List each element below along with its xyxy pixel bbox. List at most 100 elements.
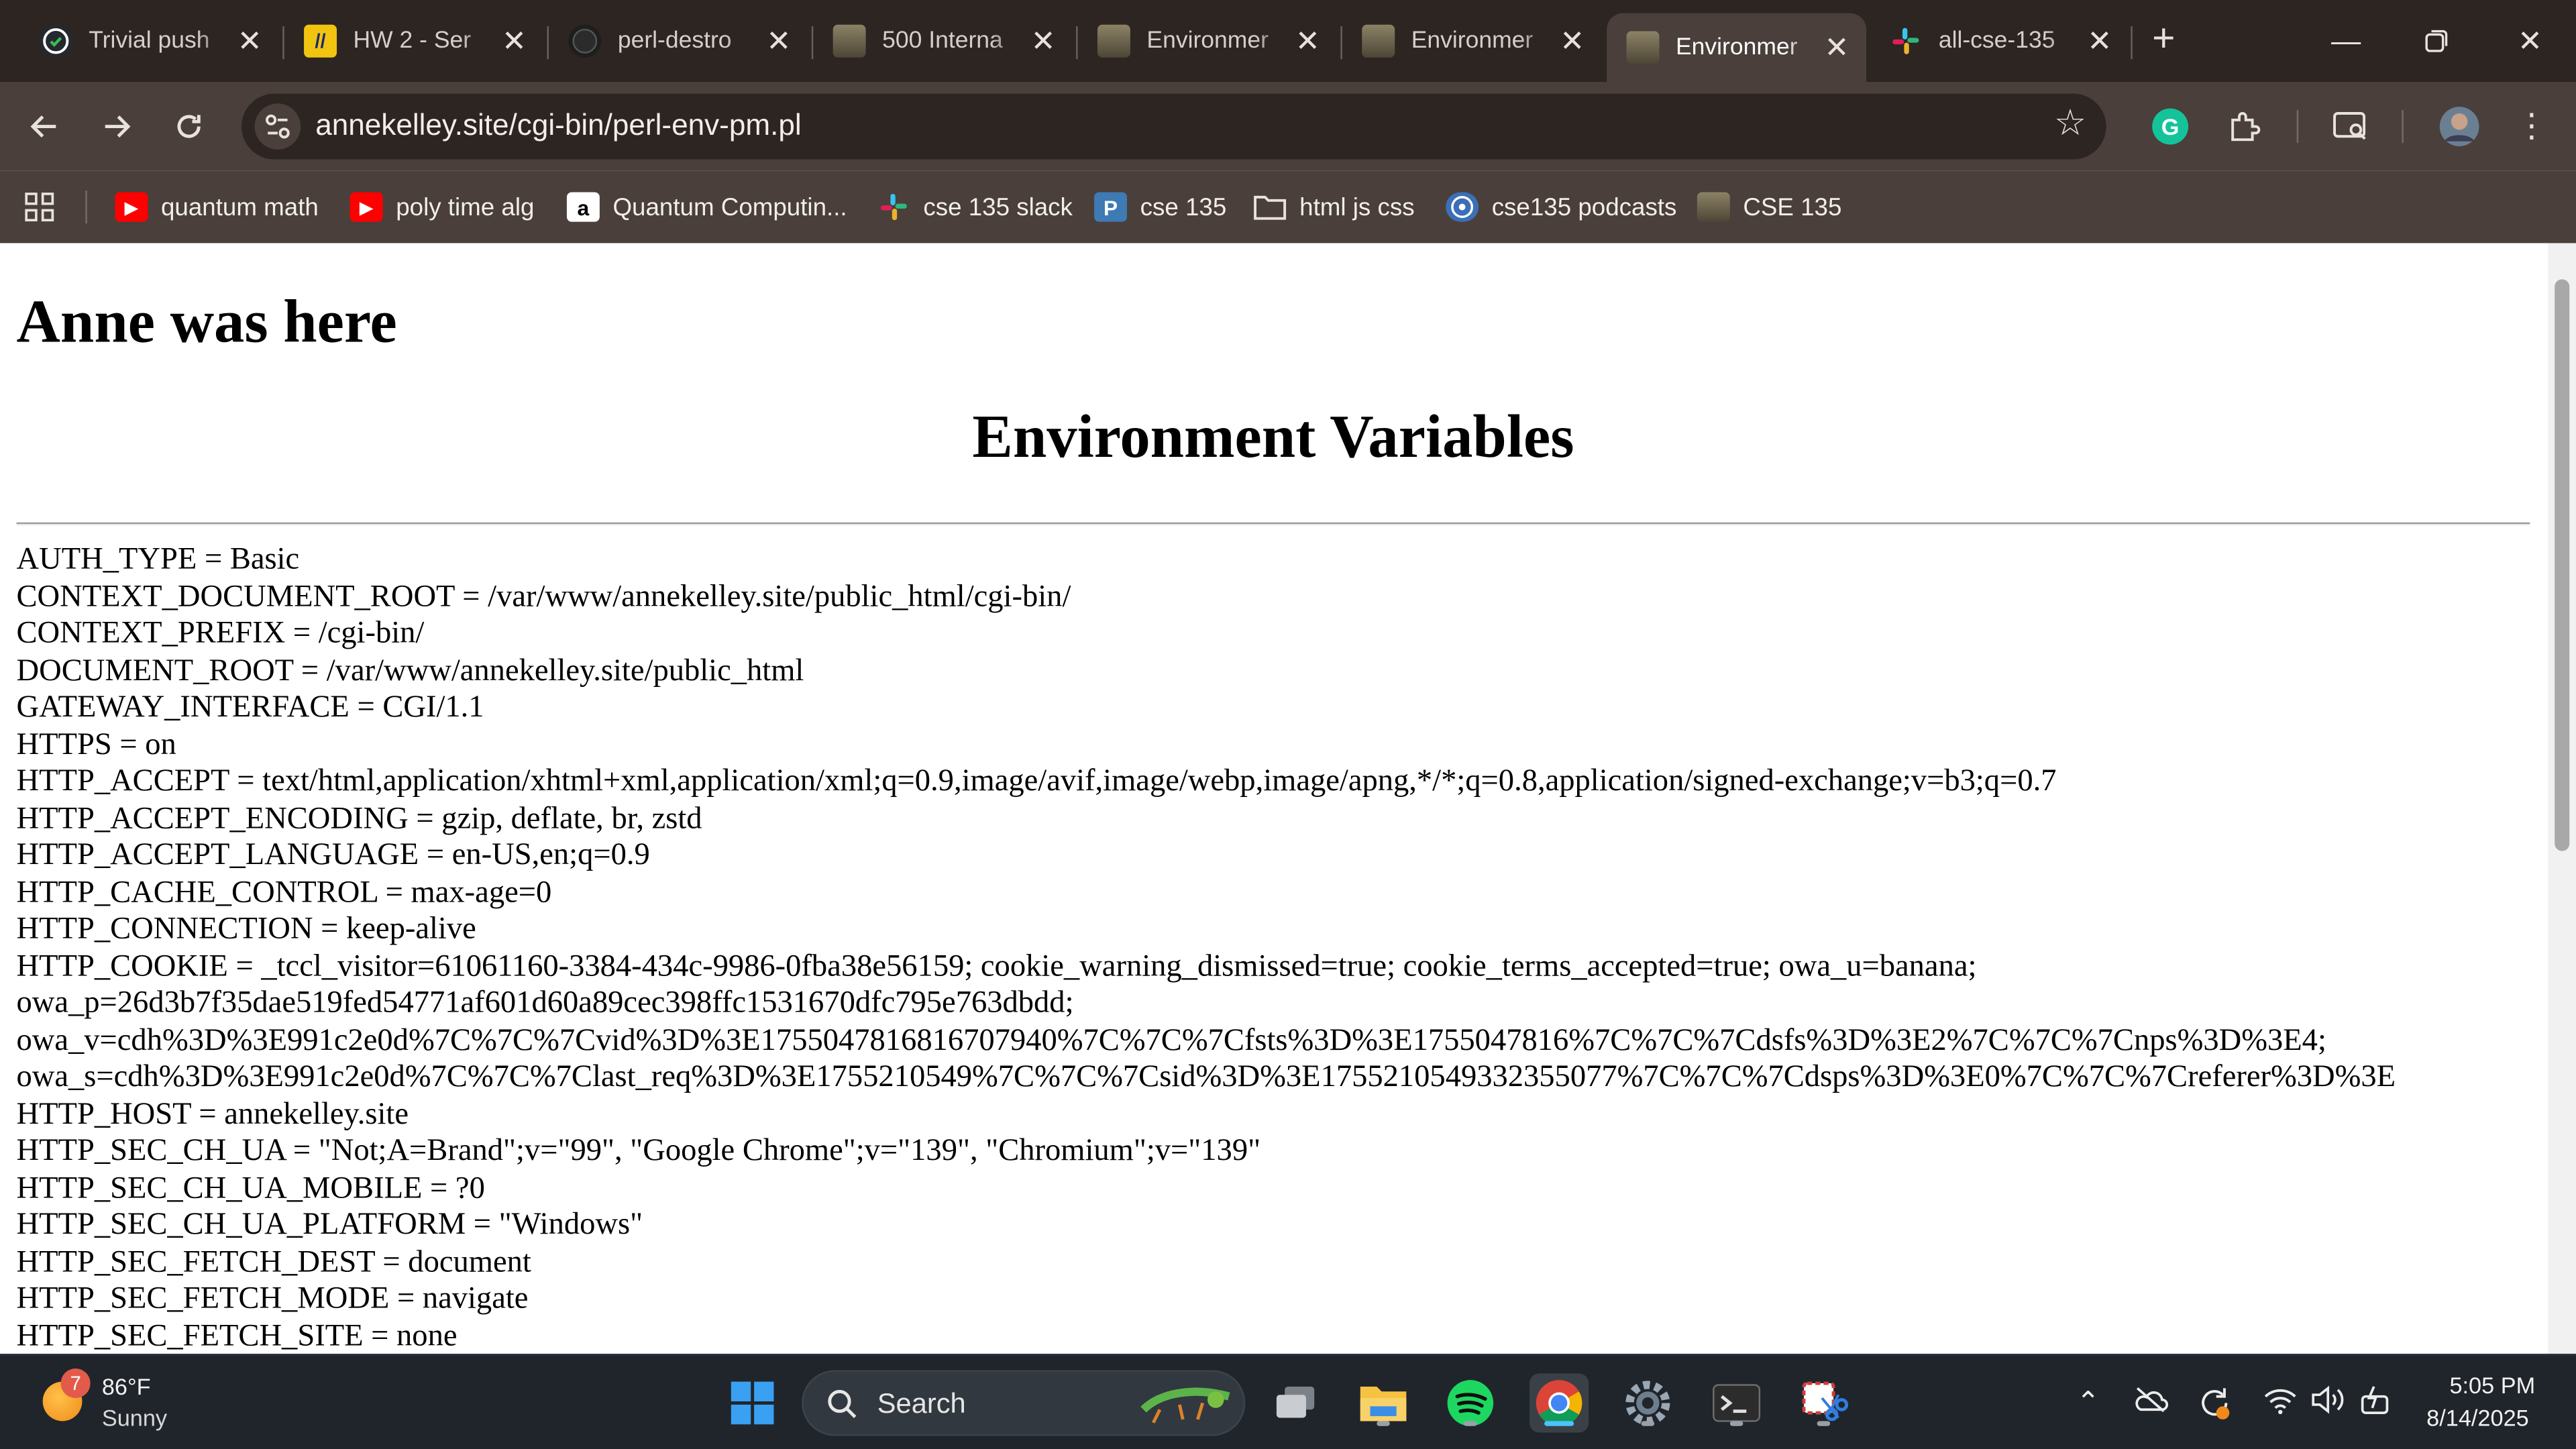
tab-divider — [2131, 26, 2133, 60]
taskbar-search[interactable]: Search — [802, 1370, 1246, 1436]
env-variable-line: DOCUMENT_ROOT = /var/www/annekelley.site… — [16, 653, 804, 688]
tab-hw2[interactable]: // HW 2 - Ser ✕ — [284, 13, 544, 69]
weather-temperature[interactable]: 86°F — [102, 1373, 151, 1399]
tab-search-icon[interactable] — [2330, 105, 2373, 148]
site-image-icon — [1697, 192, 1730, 222]
env-variable-line: CONTEXT_PREFIX = /cgi-bin/ — [16, 616, 425, 651]
env-variable-line: HTTPS = on — [16, 727, 176, 762]
back-button[interactable] — [21, 103, 68, 150]
page-subheading: Environment Variables — [972, 404, 1574, 472]
env-variable-line: HTTP_CONNECTION = keep-alive — [16, 912, 476, 947]
running-indicator — [1544, 1421, 1574, 1426]
bookmark-quantum-math[interactable]: ▶ quantum math — [115, 184, 319, 230]
reload-button[interactable] — [166, 103, 212, 150]
clock-date[interactable]: 8/14/2025 — [2426, 1405, 2529, 1431]
bookmark-label: html js css — [1299, 193, 1415, 221]
tab-500-internal[interactable]: 500 Interna ✕ — [813, 13, 1073, 69]
forward-button[interactable] — [94, 103, 140, 150]
restore-button[interactable] — [2404, 16, 2469, 65]
sync-update-icon[interactable] — [2196, 1385, 2233, 1421]
tab-label: HW 2 - Ser — [353, 28, 472, 54]
youtube-icon: ▶ — [115, 192, 148, 222]
running-indicator — [1729, 1421, 1743, 1426]
slack-icon — [877, 193, 910, 222]
close-icon[interactable]: ✕ — [1291, 24, 1324, 58]
close-icon[interactable]: ✕ — [1027, 24, 1060, 58]
new-tab-button[interactable]: + — [2144, 19, 2184, 59]
profile-avatar[interactable] — [2438, 105, 2481, 148]
file-explorer-button[interactable] — [1354, 1373, 1413, 1432]
task-view-button[interactable] — [1267, 1373, 1326, 1432]
env-variable-line: owa_v=cdh%3D%3E991c2e0d%7C%7C%7Cvid%3D%3… — [16, 1022, 2326, 1057]
tab-environment-2[interactable]: Environmer ✕ — [1342, 13, 1602, 69]
bookmarks-bar: ▶ quantum math ▶ poly time alg a Quantum… — [0, 170, 2576, 244]
bookmark-CSE135[interactable]: CSE 135 — [1697, 184, 1842, 230]
bookmark-quantum-computing[interactable]: a Quantum Computin... — [566, 184, 847, 230]
tab-environment-active[interactable]: Environmer ✕ — [1607, 13, 1867, 83]
tab-environment-1[interactable]: Environmer ✕ — [1078, 13, 1338, 69]
site-image-icon — [1626, 31, 1660, 64]
browser-toolbar: annekelley.site/cgi-bin/perl-env-pm.pl ☆… — [0, 82, 2576, 171]
snipping-tool-button[interactable] — [1794, 1373, 1853, 1432]
start-button[interactable] — [723, 1373, 782, 1432]
bookmark-cse135-podcasts[interactable]: cse135 podcasts — [1446, 184, 1676, 230]
close-icon[interactable]: ✕ — [2083, 24, 2116, 58]
env-variable-line: HTTP_SEC_FETCH_DEST = document — [16, 1244, 531, 1279]
page-viewport: Anne was here Environment Variables AUTH… — [0, 243, 2576, 1354]
piazza-icon: P — [1094, 192, 1128, 222]
clock-time[interactable]: 5:05 PM — [2449, 1372, 2535, 1398]
address-bar[interactable]: annekelley.site/cgi-bin/perl-env-pm.pl ☆ — [241, 93, 2106, 160]
weather-condition[interactable]: Sunny — [102, 1405, 167, 1431]
volume-icon[interactable] — [2310, 1385, 2346, 1421]
tab-all-cse-135[interactable]: all-cse-135 ✕ — [1870, 13, 2129, 69]
toolbar-divider — [2402, 110, 2404, 144]
tab-trivial-push[interactable]: Trivial push ✕ — [19, 13, 279, 69]
site-image-icon — [833, 24, 866, 58]
spotify-button[interactable] — [1441, 1373, 1500, 1432]
tab-label: Trivial push — [89, 28, 210, 54]
scrollbar-thumb[interactable] — [2555, 279, 2570, 851]
env-variable-line: owa_p=26d3b7f35dae519fed54771af601d60a89… — [16, 985, 1074, 1020]
battery-charging-icon[interactable] — [2357, 1385, 2394, 1421]
extensions-icon[interactable] — [2222, 105, 2265, 148]
grammarly-icon[interactable]: G — [2149, 105, 2192, 148]
minimize-button[interactable]: — — [2313, 16, 2379, 65]
bookmark-star-icon[interactable]: ☆ — [2054, 102, 2086, 145]
menu-kebab-icon[interactable]: ⋮ — [2510, 105, 2553, 148]
apps-grid-icon[interactable] — [23, 184, 56, 230]
page-heading: Anne was here — [16, 289, 397, 357]
close-icon[interactable]: ✕ — [1556, 24, 1589, 58]
terminal-button[interactable] — [1707, 1373, 1766, 1432]
bookmarks-divider — [85, 191, 87, 224]
close-icon[interactable]: ✕ — [498, 24, 531, 58]
onedrive-icon[interactable] — [2133, 1385, 2169, 1421]
toolbar-divider — [2296, 110, 2299, 144]
chrome-button[interactable] — [1529, 1373, 1589, 1433]
close-window-button[interactable]: ✕ — [2497, 16, 2563, 65]
tab-perl-destro[interactable]: perl-destro ✕ — [549, 13, 808, 69]
site-info-icon[interactable] — [254, 103, 301, 150]
podcast-icon — [1446, 192, 1479, 222]
bookmark-cse135[interactable]: P cse 135 — [1094, 184, 1226, 230]
wifi-icon[interactable] — [2262, 1385, 2298, 1421]
settings-button[interactable] — [1618, 1373, 1677, 1432]
svg-text:G: G — [2161, 115, 2180, 140]
bookmark-label: Quantum Computin... — [612, 193, 847, 221]
page-scrollbar[interactable] — [2548, 243, 2576, 1354]
running-indicator — [1464, 1421, 1477, 1426]
canvas-icon: // — [304, 24, 337, 58]
bookmark-poly-time-alg[interactable]: ▶ poly time alg — [350, 184, 534, 230]
bookmark-html-js-css[interactable]: html js css — [1254, 184, 1415, 230]
github-check-icon — [39, 24, 72, 58]
bookmark-label: CSE 135 — [1743, 193, 1842, 221]
env-variable-line: HTTP_SEC_CH_UA_PLATFORM = "Windows" — [16, 1208, 643, 1242]
close-icon[interactable]: ✕ — [233, 24, 266, 58]
bookmark-cse135-slack[interactable]: cse 135 slack — [877, 184, 1073, 230]
tab-label: Environmer — [1146, 28, 1269, 54]
close-icon[interactable]: ✕ — [1820, 30, 1853, 64]
chevron-up-icon[interactable]: ⌃ — [2070, 1385, 2106, 1421]
env-variable-line: HTTP_SEC_FETCH_SITE = none — [16, 1318, 458, 1353]
env-variable-line: AUTH_TYPE = Basic — [16, 542, 300, 577]
tab-label: all-cse-135 — [1938, 28, 2055, 54]
close-icon[interactable]: ✕ — [762, 24, 795, 58]
